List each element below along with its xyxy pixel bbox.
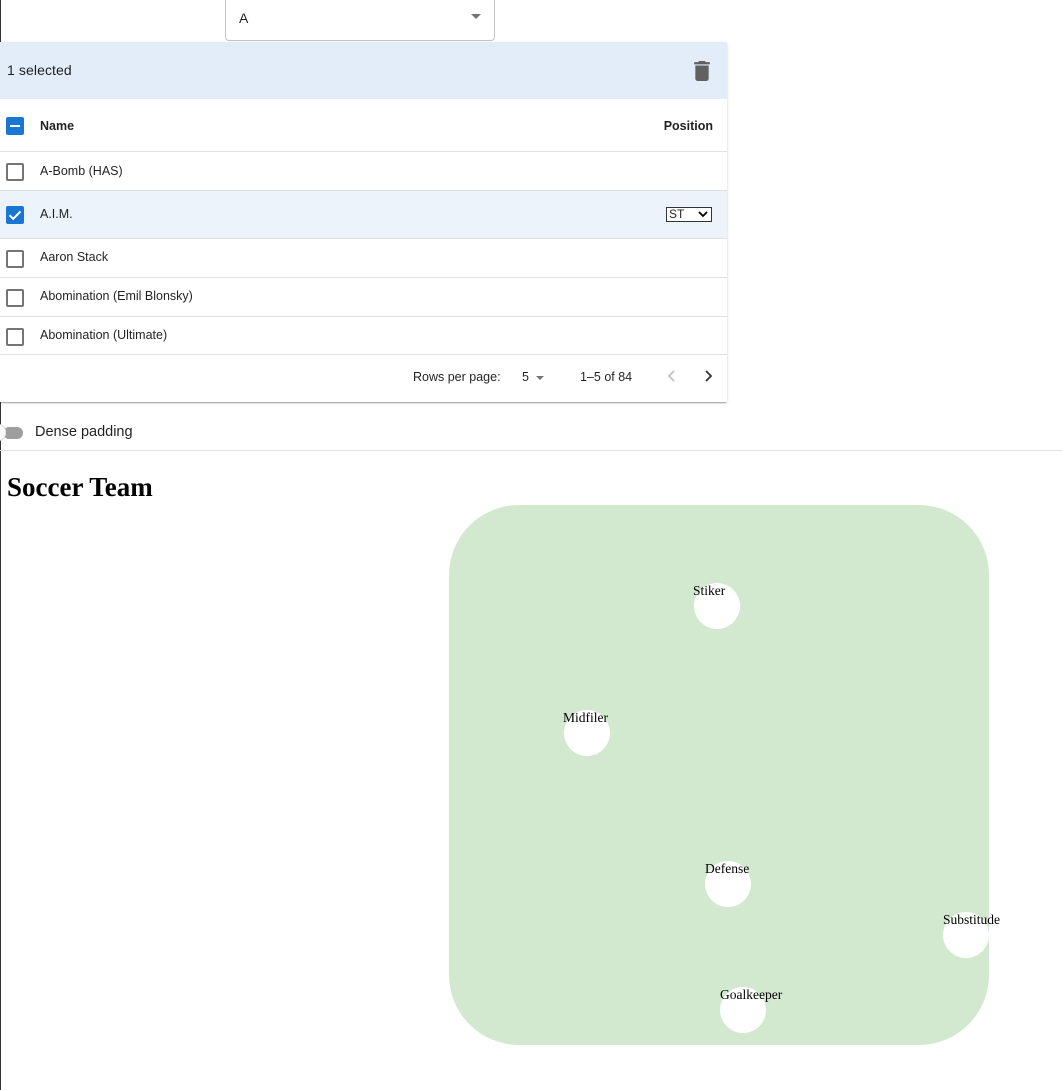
- row-checkbox[interactable]: [6, 289, 24, 307]
- row-checkbox[interactable]: [6, 163, 24, 181]
- dense-padding-label: Dense padding: [35, 424, 133, 440]
- position-select[interactable]: ST: [666, 207, 712, 222]
- table-header-row: Name Position: [0, 100, 727, 152]
- switch-thumb[interactable]: [0, 424, 6, 441]
- heroes-table: 1 selected Name Position A-Bomb (HAS) A.…: [0, 42, 727, 402]
- column-header-position[interactable]: Position: [664, 119, 713, 133]
- divider: [0, 450, 1062, 451]
- team-title: Soccer Team: [7, 472, 153, 502]
- position-label: Goalkeeper: [720, 987, 783, 1002]
- select-all-checkbox[interactable]: [6, 117, 24, 135]
- table-row[interactable]: Aaron Stack: [0, 239, 727, 278]
- column-header-name[interactable]: Name: [40, 119, 74, 133]
- position-label: Stiker: [693, 583, 726, 598]
- soccer-field: Stiker Midfiler Defense Substitude Goalk…: [449, 505, 1000, 1045]
- selection-toolbar: 1 selected: [0, 42, 727, 99]
- rows-per-page-select[interactable]: 5: [522, 370, 529, 384]
- row-checkbox[interactable]: [6, 328, 24, 346]
- chevron-down-icon[interactable]: [536, 376, 544, 380]
- selected-count: 1 selected: [7, 62, 72, 78]
- indeterminate-icon: [10, 125, 20, 127]
- position-label: Midfiler: [563, 710, 608, 725]
- pagination-range: 1–5 of 84: [580, 370, 633, 384]
- table-row[interactable]: A-Bomb (HAS): [0, 152, 727, 191]
- dense-padding-switch[interactable]: [3, 427, 23, 439]
- row-name: Abomination (Emil Blonsky): [40, 289, 193, 303]
- row-name: Aaron Stack: [40, 250, 109, 264]
- row-name: Abomination (Ultimate): [40, 328, 168, 342]
- position-label: Defense: [705, 861, 750, 876]
- position-label: Substitude: [943, 912, 1001, 927]
- row-name: A-Bomb (HAS): [40, 164, 123, 178]
- table-row[interactable]: A.I.M. ST: [0, 191, 727, 239]
- filter-select[interactable]: A: [225, 0, 495, 41]
- row-checkbox[interactable]: [6, 250, 24, 268]
- chevron-down-icon: [471, 14, 481, 19]
- row-name: A.I.M.: [40, 207, 73, 221]
- chevron-right-icon[interactable]: [702, 370, 714, 382]
- table-row[interactable]: Abomination (Emil Blonsky): [0, 278, 727, 317]
- trash-icon[interactable]: [693, 61, 711, 81]
- table-pagination: Rows per page: 5 1–5 of 84: [0, 355, 727, 402]
- check-icon: [8, 210, 22, 221]
- table-row[interactable]: Abomination (Ultimate): [0, 317, 727, 355]
- position-select-value: ST: [669, 207, 685, 221]
- chevron-left-icon[interactable]: [666, 370, 678, 382]
- filter-select-value: A: [239, 10, 249, 26]
- chevron-down-icon: [698, 211, 708, 218]
- rows-per-page-label: Rows per page:: [413, 370, 501, 384]
- row-checkbox[interactable]: [6, 206, 24, 224]
